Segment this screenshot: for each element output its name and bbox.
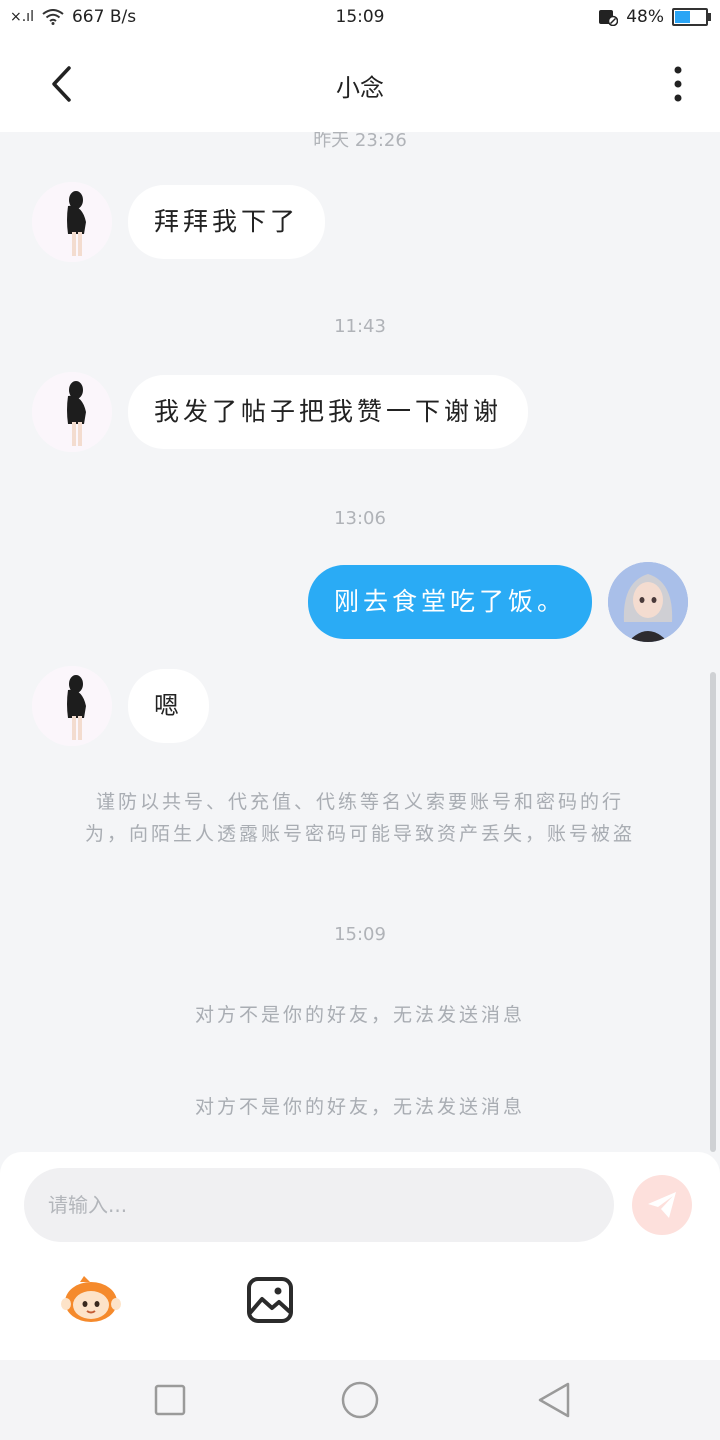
message-bubble[interactable]: 我发了帖子把我赞一下谢谢 — [128, 375, 529, 449]
battery-fill — [675, 11, 691, 23]
composer — [0, 1152, 720, 1360]
message-row-contact: 我发了帖子把我赞一下谢谢 — [32, 372, 529, 452]
security-notice: 谨防以共号、代充值、代练等名义索要账号和密码的行 为，向陌生人透露账号密码可能导… — [60, 786, 660, 850]
timestamp: 13:06 — [334, 508, 386, 529]
contact-avatar-image — [32, 372, 112, 452]
status-bar: ×.ıl 667 B/s 15:09 48% — [0, 0, 720, 36]
battery-percent: 48% — [626, 7, 664, 27]
system-message: 对方不是你的好友，无法发送消息 — [194, 1004, 525, 1026]
recent-apps-icon[interactable] — [150, 1380, 190, 1420]
message-bubble[interactable]: 嗯 — [128, 669, 210, 743]
security-notice-line: 谨防以共号、代充值、代练等名义索要账号和密码的行 — [95, 791, 624, 813]
my-avatar-image — [608, 562, 688, 642]
battery-icon — [672, 8, 711, 26]
image-icon[interactable] — [246, 1276, 294, 1324]
contact-avatar[interactable] — [32, 182, 112, 262]
sim-icon — [599, 10, 619, 26]
scrollbar[interactable] — [710, 672, 716, 1152]
system-message: 对方不是你的好友，无法发送消息 — [194, 1096, 525, 1118]
timestamp: 15:09 — [334, 924, 386, 945]
paper-plane-icon — [648, 1192, 676, 1218]
more-options-button[interactable] — [666, 64, 690, 104]
status-right: 48% — [598, 7, 711, 27]
message-bubble-self[interactable]: 刚去食堂吃了饭。 — [307, 565, 592, 639]
timestamp: 昨天 23:26 — [313, 132, 407, 151]
send-button[interactable] — [632, 1175, 692, 1235]
emoji-sticker-icon[interactable] — [60, 1274, 122, 1324]
message-input[interactable] — [24, 1168, 614, 1242]
contact-avatar[interactable] — [32, 666, 112, 746]
home-icon[interactable] — [340, 1380, 380, 1420]
page-title: 小念 — [336, 74, 384, 102]
my-avatar[interactable] — [608, 562, 688, 642]
back-icon[interactable] — [534, 1380, 574, 1420]
message-row-contact: 嗯 — [32, 666, 210, 746]
timestamp: 11:43 — [334, 316, 386, 337]
contact-avatar[interactable] — [32, 372, 112, 452]
security-notice-line: 为，向陌生人透露账号密码可能导致资产丢失，账号被盗 — [84, 823, 635, 845]
chat-header: 小念 — [0, 36, 720, 132]
contact-avatar-image — [32, 182, 112, 262]
message-row-self: 刚去食堂吃了饭。 — [307, 562, 688, 642]
message-list[interactable]: 昨天 23:26 拜拜我下了 11:43 我发了帖子把我赞一下谢谢 13:06 … — [0, 132, 720, 1152]
contact-avatar-image — [32, 666, 112, 746]
message-bubble[interactable]: 拜拜我下了 — [128, 185, 326, 259]
message-row-contact: 拜拜我下了 — [32, 182, 326, 262]
system-nav-bar — [0, 1360, 720, 1440]
